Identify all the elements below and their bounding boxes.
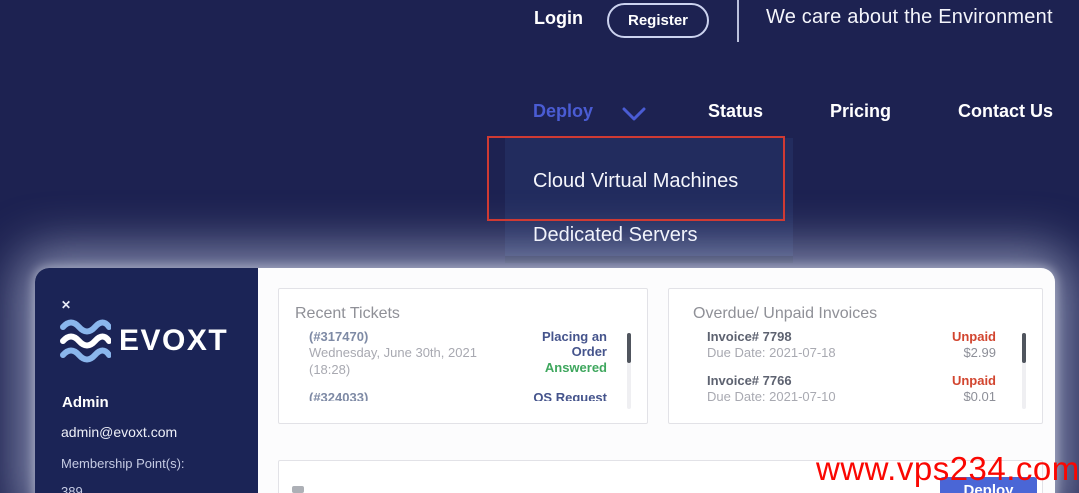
tickets-list: (#317470) Wednesday, June 30th, 2021 (18… [309, 329, 607, 401]
login-link[interactable]: Login [534, 8, 583, 29]
ticket-id[interactable]: (#317470) [309, 329, 509, 344]
invoice-status-badge: Unpaid [951, 329, 996, 344]
ticket-subject: OS Request [533, 390, 607, 401]
ticket-row[interactable]: (#317470) Wednesday, June 30th, 2021 (18… [309, 329, 607, 378]
membership-points-label: Membership Point(s): [61, 456, 185, 471]
invoice-amount: $2.99 [963, 345, 996, 360]
header-divider [737, 0, 739, 42]
sidebar-user-name: Admin [62, 394, 109, 411]
invoice-row[interactable]: Invoice# 7766 Due Date: 2021-07-10 Unpai… [707, 373, 996, 401]
menu-item-cloud-virtual-machines[interactable]: Cloud Virtual Machines [533, 170, 738, 193]
ticket-status-badge: Answered [544, 360, 607, 375]
membership-points-value: 389 [61, 484, 83, 493]
tickets-scrollbar-thumb[interactable] [627, 333, 631, 363]
unpaid-invoices-panel: Overdue/ Unpaid Invoices Invoice# 7798 D… [668, 288, 1043, 424]
evoxt-waves-logo-icon [59, 317, 112, 370]
ticket-id[interactable]: (#324033) [309, 390, 493, 401]
dashboard-sidebar: ✕ EVOXT Admin admin@evoxt.com Membership… [35, 268, 258, 493]
invoice-row[interactable]: Invoice# 7798 Due Date: 2021-07-18 Unpai… [707, 329, 996, 361]
close-icon[interactable]: ✕ [61, 299, 71, 311]
nav-deploy[interactable]: Deploy [533, 101, 593, 122]
environment-tagline: We care about the Environment [766, 6, 1053, 28]
ticket-subject: Placing an Order [541, 329, 607, 359]
invoices-scrollbar-thumb[interactable] [1022, 333, 1026, 363]
nav-contact-us[interactable]: Contact Us [958, 101, 1053, 122]
ticket-date: Wednesday, June 30th, 2021 (18:28) [309, 345, 477, 377]
sidebar-user-email: admin@evoxt.com [61, 424, 178, 440]
page: Login Register We care about the Environ… [0, 0, 1079, 493]
invoice-due-date: Due Date: 2021-07-10 [707, 389, 836, 401]
deploy-button[interactable]: Deploy [940, 477, 1037, 493]
invoice-id[interactable]: Invoice# 7766 [707, 373, 836, 388]
invoice-id[interactable]: Invoice# 7798 [707, 329, 836, 344]
chevron-down-icon[interactable] [621, 107, 647, 127]
clipped-content-fragment [292, 486, 304, 493]
recent-tickets-panel: Recent Tickets (#317470) Wednesday, June… [278, 288, 648, 424]
recent-tickets-title: Recent Tickets [295, 305, 400, 322]
nav-pricing[interactable]: Pricing [830, 101, 891, 122]
nav-status[interactable]: Status [708, 101, 763, 122]
dashboard-screenshot-card: ✕ EVOXT Admin admin@evoxt.com Membership… [35, 268, 1055, 493]
invoices-list: Invoice# 7798 Due Date: 2021-07-18 Unpai… [707, 329, 996, 401]
servers-panel [278, 460, 1043, 493]
invoice-status-badge: Unpaid [951, 373, 996, 388]
deploy-dropdown-shadow [505, 256, 793, 263]
ticket-row[interactable]: (#324033) Tuesday, April 6th, 2021 (07:2… [309, 390, 607, 401]
invoice-due-date: Due Date: 2021-07-18 [707, 345, 836, 360]
invoice-amount: $0.01 [963, 389, 996, 401]
brand-name: EVOXT [119, 324, 229, 357]
menu-item-dedicated-servers[interactable]: Dedicated Servers [533, 224, 698, 247]
register-button[interactable]: Register [607, 3, 709, 38]
unpaid-invoices-title: Overdue/ Unpaid Invoices [693, 305, 878, 322]
